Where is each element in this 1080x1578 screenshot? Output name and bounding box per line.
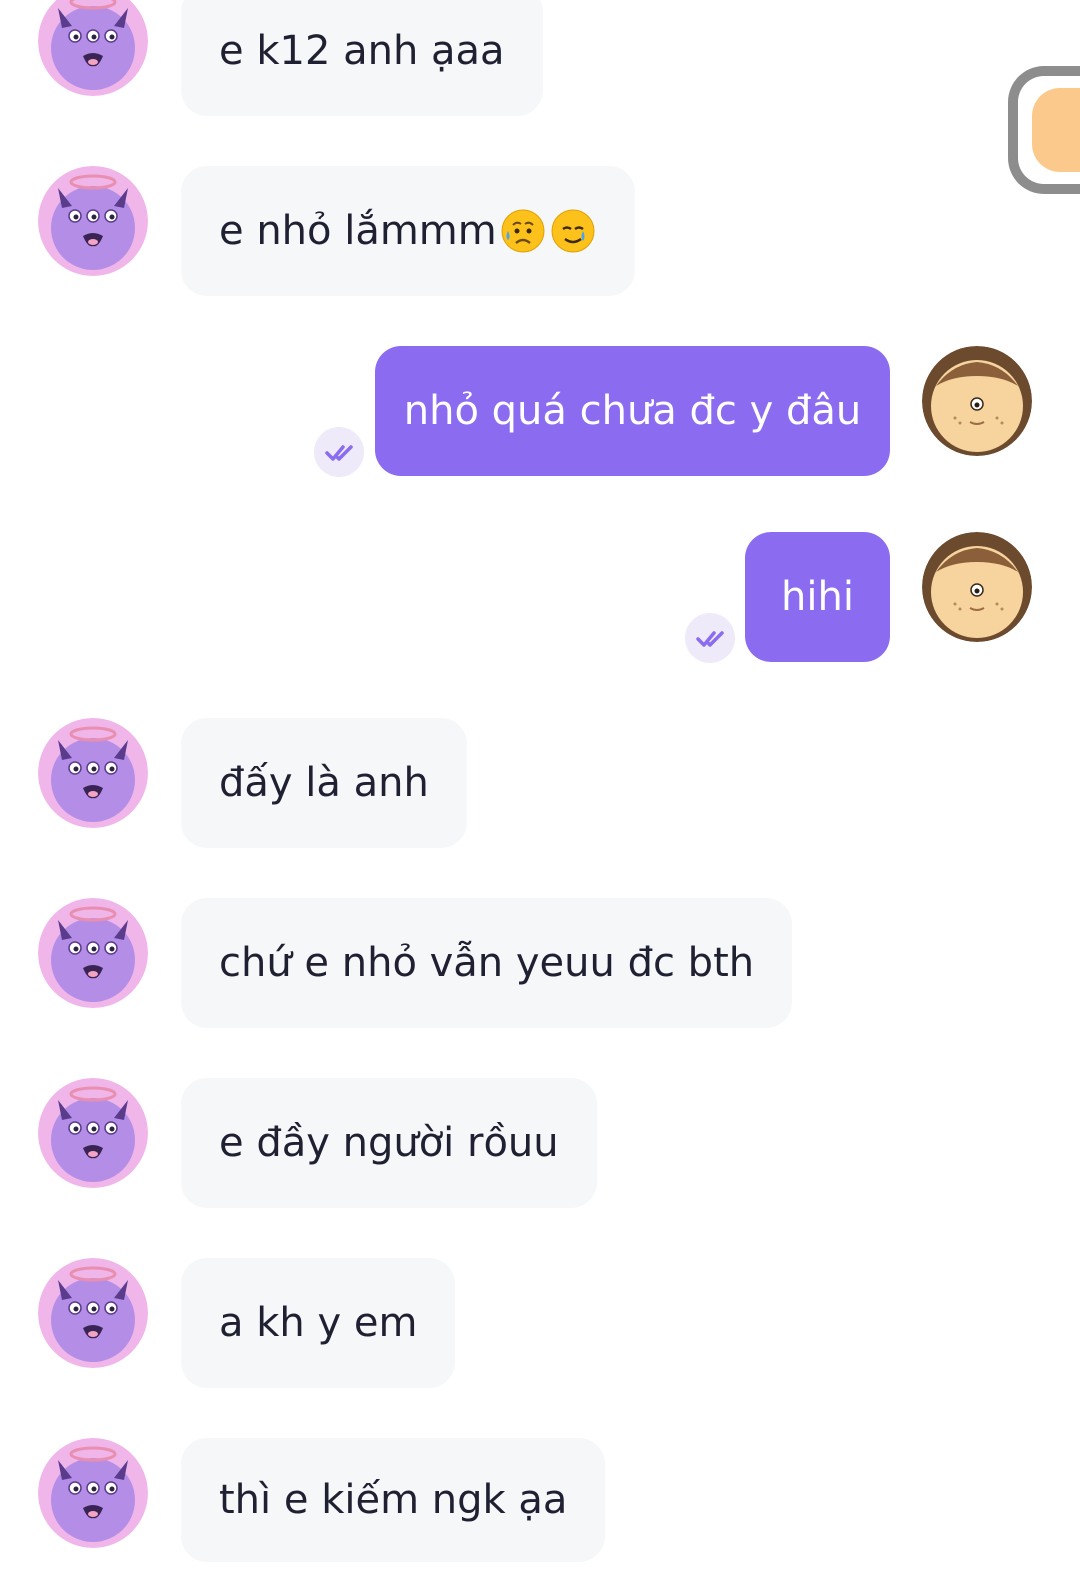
read-receipt — [685, 613, 735, 663]
message-bubble-incoming[interactable]: e đầy người rồuu — [181, 1078, 597, 1208]
self-avatar[interactable] — [922, 346, 1032, 456]
floating-bubble-button[interactable] — [1008, 66, 1080, 194]
message-bubble-incoming[interactable]: chứ e nhỏ vẫn yeuu đc bth — [181, 898, 793, 1028]
contact-avatar[interactable] — [38, 166, 148, 276]
contact-avatar[interactable] — [38, 0, 148, 96]
double-check-icon — [314, 427, 364, 477]
purple-monster-avatar-icon — [38, 718, 148, 828]
purple-monster-avatar-icon — [38, 1078, 148, 1188]
floating-bubble-icon — [1032, 88, 1080, 172]
contact-avatar[interactable] — [38, 898, 148, 1008]
message-text: thì e kiếm ngk ạa — [219, 1477, 568, 1523]
message-bubble-outgoing[interactable]: nhỏ quá chưa đc y đâu — [375, 346, 890, 476]
message-text: đấy là anh — [219, 760, 429, 806]
message-text: e k12 anh ạaa — [219, 28, 505, 74]
sad-relieved-face-emoji-icon — [499, 207, 547, 255]
chat-thread: e k12 anh ạaa e nhỏ lắmmm nhỏ quá chưa đ… — [0, 0, 1080, 1578]
purple-monster-avatar-icon — [38, 898, 148, 1008]
purple-monster-avatar-icon — [38, 1258, 148, 1368]
purple-monster-avatar-icon — [38, 1438, 148, 1548]
purple-monster-avatar-icon — [38, 166, 148, 276]
message-bubble-incoming[interactable]: e nhỏ lắmmm — [181, 166, 635, 296]
message-bubble-incoming[interactable]: đấy là anh — [181, 718, 467, 848]
contact-avatar[interactable] — [38, 1438, 148, 1548]
message-bubble-outgoing[interactable]: hihi — [745, 532, 890, 662]
purple-monster-avatar-icon — [38, 0, 148, 96]
furry-beige-monster-avatar-icon — [922, 346, 1032, 456]
message-text: chứ e nhỏ vẫn yeuu đc bth — [219, 940, 755, 986]
message-bubble-incoming[interactable]: thì e kiếm ngk ạa — [181, 1438, 606, 1562]
message-text: a kh y em — [219, 1300, 418, 1346]
contact-avatar[interactable] — [38, 1258, 148, 1368]
message-text: e đầy người rồuu — [219, 1120, 559, 1166]
message-bubble-incoming[interactable]: e k12 anh ạaa — [181, 0, 543, 116]
message-bubble-incoming[interactable]: a kh y em — [181, 1258, 456, 1388]
read-receipt — [314, 427, 364, 477]
message-text: e nhỏ lắmmm — [219, 208, 497, 254]
self-avatar[interactable] — [922, 532, 1032, 642]
message-text: hihi — [781, 574, 854, 620]
double-check-icon — [685, 613, 735, 663]
message-text: nhỏ quá chưa đc y đâu — [403, 388, 862, 434]
furry-beige-monster-avatar-icon — [922, 532, 1032, 642]
contact-avatar[interactable] — [38, 1078, 148, 1188]
smiling-face-with-tear-emoji-icon — [549, 207, 597, 255]
contact-avatar[interactable] — [38, 718, 148, 828]
